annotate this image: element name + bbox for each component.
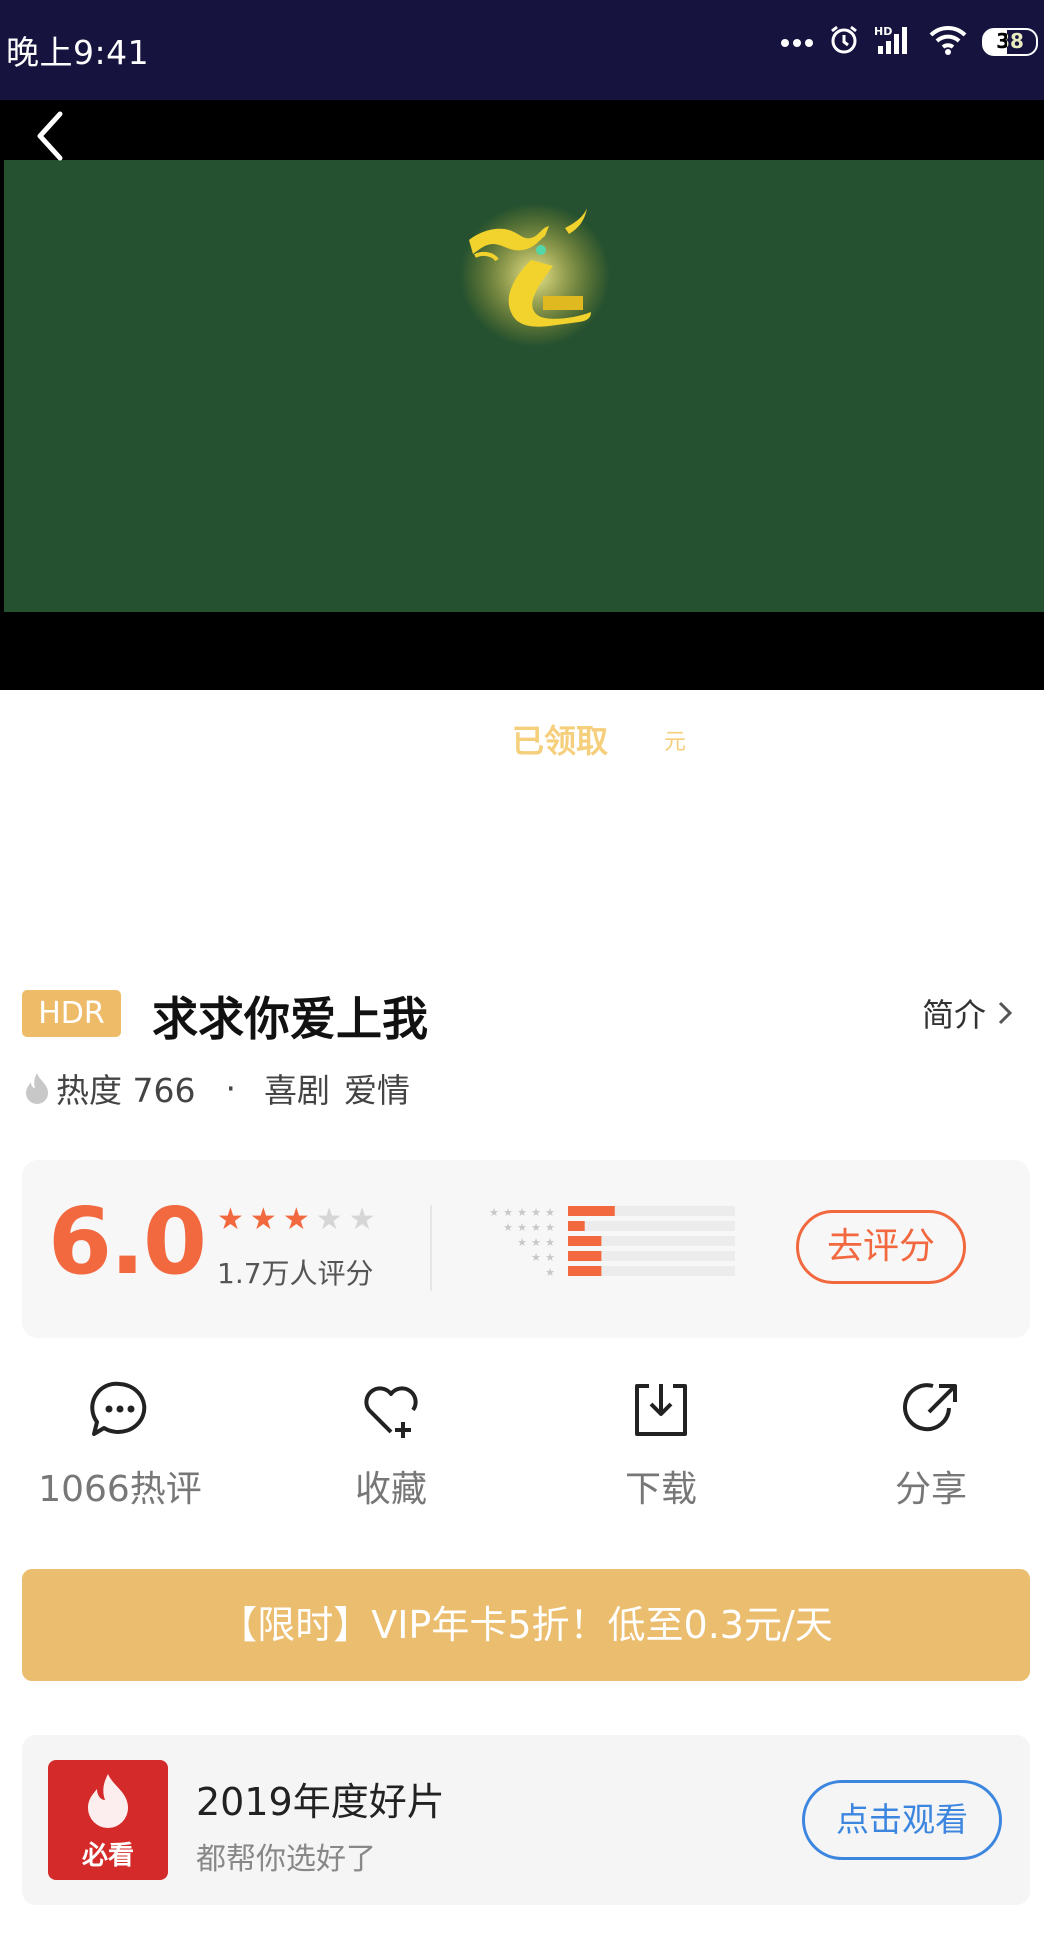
promo-claimed: 已领取 <box>512 722 609 760</box>
share-label: 分享 <box>894 1469 967 1510</box>
dragon-logo <box>455 200 615 350</box>
rate-button[interactable]: 去评分 <box>796 1210 966 1284</box>
share-icon <box>903 1383 957 1432</box>
status-icons: HD 38 <box>780 24 1038 60</box>
distribution-star-icon: ★ <box>517 1221 527 1234</box>
download-action[interactable]: 下载 <box>526 1378 796 1512</box>
status-time: 晚上9:41 <box>6 33 150 72</box>
download-label: 下载 <box>624 1469 697 1510</box>
distribution-star-icon: ★ <box>503 1221 513 1234</box>
intro-label: 简介 <box>922 996 987 1034</box>
hdr-badge: HDR <box>22 990 121 1037</box>
distribution-star-icon: ★ <box>545 1266 555 1279</box>
movie-meta: 热度 766 · 喜剧 爱情 <box>24 1064 424 1112</box>
rating-count: 1.7万人评分 <box>217 1257 374 1290</box>
comments-action[interactable]: 1066热评 <box>0 1378 255 1512</box>
distribution-star-icon: ★ <box>545 1221 555 1234</box>
poster-tag: 必看 <box>81 1841 134 1871</box>
recommend-subtitle: 都帮你选好了 <box>196 1842 376 1877</box>
share-action[interactable]: 分享 <box>796 1378 1044 1512</box>
flame-icon <box>26 1073 48 1104</box>
more-dots-icon <box>780 33 814 52</box>
distribution-star-icon: ★ <box>531 1206 541 1219</box>
distribution-star-icon: ★ <box>545 1251 555 1264</box>
rating-stars: ★ ★ ★ ★ ★ <box>217 1205 376 1235</box>
distribution-star-icon: ★ <box>503 1206 513 1219</box>
signal-hd-icon: HD <box>874 24 914 60</box>
vip-promo-banner[interactable]: 【限时】VIP年卡5折！低至0.3元/天 <box>22 1569 1030 1681</box>
distribution-star-icon: ★ <box>545 1236 555 1249</box>
alarm-icon <box>828 24 860 60</box>
distribution-bar <box>568 1221 585 1231</box>
download-icon <box>635 1384 687 1436</box>
distribution-star-icon: ★ <box>517 1236 527 1249</box>
distribution-star-icon: ★ <box>545 1206 555 1219</box>
distribution-bar <box>568 1206 615 1216</box>
comment-icon <box>90 1381 147 1436</box>
recommend-poster: 必看 <box>48 1760 168 1880</box>
rating-distribution: ★ ★ ★ ★ ★ ★ ★ ★ ★ ★ ★ ★ ★ ★ ★ <box>489 1206 735 1279</box>
distribution-bar <box>568 1266 602 1276</box>
star-empty-icon: ★ <box>348 1202 376 1237</box>
chevron-left-icon <box>37 111 63 161</box>
star-filled-icon: ★ <box>217 1202 244 1237</box>
genre-tag: 喜剧 <box>263 1071 330 1110</box>
heart-plus-icon <box>364 1386 418 1438</box>
rating-score: 6.0 <box>48 1188 207 1295</box>
distribution-bar <box>568 1236 602 1246</box>
back-button[interactable] <box>28 104 74 168</box>
distribution-star-icon: ★ <box>531 1251 541 1264</box>
star-empty-icon: ★ <box>315 1202 343 1237</box>
battery-level: 38 <box>996 29 1024 53</box>
star-filled-icon: ★ <box>249 1202 277 1237</box>
favorite-action[interactable]: 收藏 <box>256 1378 526 1512</box>
distribution-bar-track <box>568 1221 735 1231</box>
divider <box>430 1205 432 1291</box>
distribution-star-icon: ★ <box>531 1221 541 1234</box>
movie-title: 求求你爱上我 <box>152 992 428 1046</box>
distribution-bar <box>568 1251 602 1261</box>
promo-yuan: 元 <box>664 730 687 755</box>
genre-tag: 爱情 <box>343 1071 410 1110</box>
intro-link[interactable]: 简介 <box>922 990 1013 1036</box>
distribution-star-icon: ★ <box>489 1206 499 1219</box>
meta-separator: · <box>225 1068 236 1108</box>
battery-icon: 38 <box>982 28 1038 56</box>
svg-text:HD: HD <box>874 25 892 38</box>
comments-label: 1066热评 <box>38 1469 202 1510</box>
distribution-star-icon: ★ <box>531 1236 541 1249</box>
distribution-star-icon: ★ <box>517 1206 527 1219</box>
star-filled-icon: ★ <box>282 1202 310 1237</box>
favorite-label: 收藏 <box>354 1469 427 1510</box>
recommend-title: 2019年度好片 <box>196 1780 445 1824</box>
chevron-right-icon <box>998 1001 1013 1025</box>
wifi-icon <box>928 24 968 60</box>
watch-button[interactable]: 点击观看 <box>802 1780 1002 1860</box>
status-bar: 晚上9:41 HD 38 <box>0 0 1044 100</box>
heat-value: 热度 766 <box>56 1071 196 1110</box>
